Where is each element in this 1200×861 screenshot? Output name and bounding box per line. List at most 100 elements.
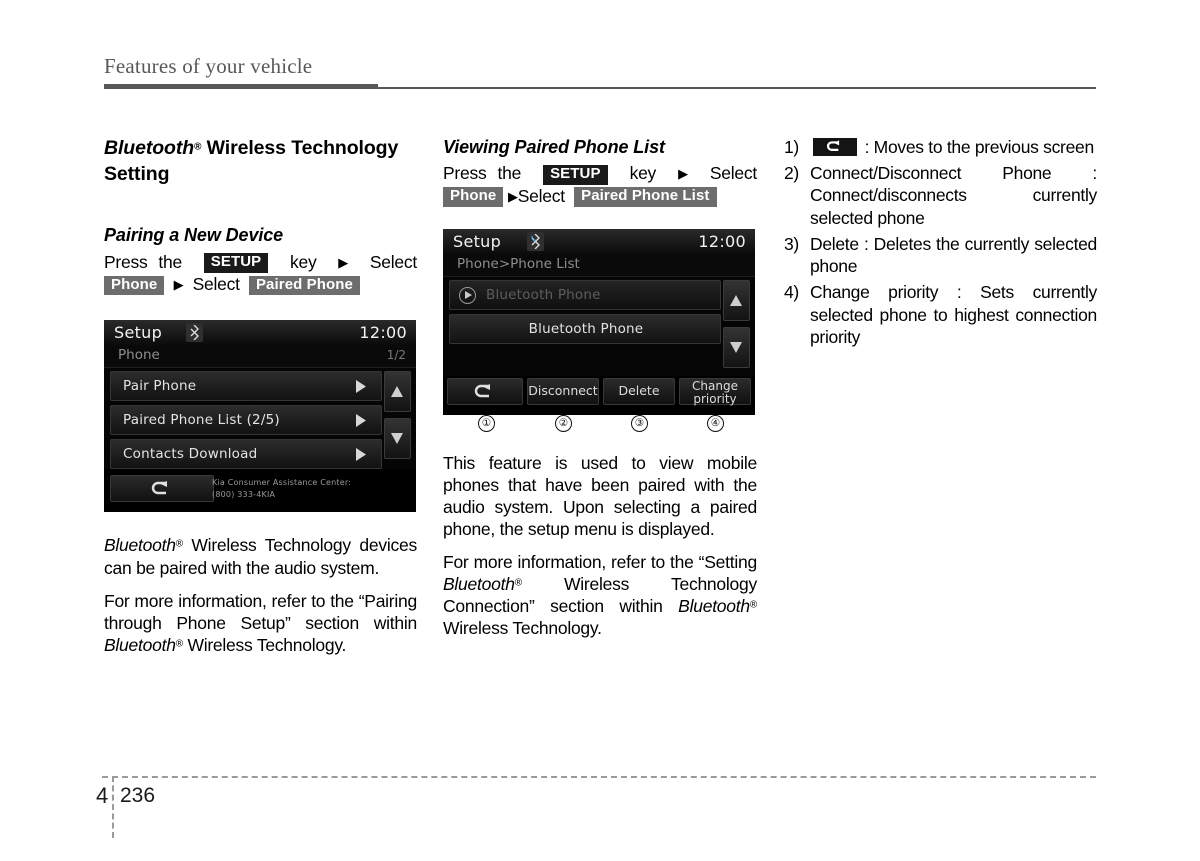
device2-row-label: Bluetooth Phone <box>528 320 644 337</box>
device2-breadcrumb: Phone>Phone List <box>443 253 755 277</box>
setup-key-chip[interactable]: SETUP <box>543 164 608 185</box>
callout-item-1-text: : Moves to the previous screen <box>864 137 1095 157</box>
col2-paragraph-2: For more information, refer to the “Sett… <box>443 551 757 639</box>
scroll-down-icon[interactable] <box>723 326 750 368</box>
device2-change-priority-button[interactable]: Change priority <box>679 377 751 405</box>
select-label-1: Select <box>369 251 417 272</box>
device2-row-connected-phone[interactable]: Bluetooth Phone <box>449 279 721 310</box>
device1-status-bar: Setup 12:00 <box>104 320 416 346</box>
device1-row-contacts-download[interactable]: Contacts Download <box>110 439 382 470</box>
column-middle: Viewing Paired Phone List Press the SETU… <box>443 136 757 639</box>
play-icon <box>459 286 476 304</box>
press-the-label: Press the <box>104 251 182 272</box>
callout-item-3-marker: 3) <box>784 233 799 254</box>
device1-kia-note-line1: Kia Consumer Assistance Center: <box>212 478 352 488</box>
callout-item-3-text: Delete : Deletes the currently selected … <box>810 233 1097 277</box>
col2-paragraph-2-part-c: Wireless Technology. <box>443 618 602 639</box>
select-label-1: Select <box>709 163 757 184</box>
device2-breadcrumb-path: Phone>Phone List <box>457 255 580 272</box>
page-running-header: Features of your vehicle <box>104 54 1096 90</box>
device1-kia-assistance-note: Kia Consumer Assistance Center: (800) 33… <box>212 477 351 500</box>
menu-chip-phone[interactable]: Phone <box>104 275 165 296</box>
device2-status-title: Setup <box>453 231 502 251</box>
device1-row-label: Pair Phone <box>123 378 197 395</box>
device2-delete-label: Delete <box>618 382 660 398</box>
bluetooth-call-icon <box>527 231 544 251</box>
callout-item-2: 2) Connect/Disconnect Phone : Connect/di… <box>784 162 1097 229</box>
col1-paragraph-2-part-a: For more information, refer to the “Pair… <box>104 590 417 633</box>
scroll-up-icon[interactable] <box>384 371 411 413</box>
scroll-up-icon[interactable] <box>723 279 750 321</box>
device2-scroll-controls <box>723 279 750 374</box>
step-arrow-icon: ▶ <box>678 166 688 182</box>
section-title-bluetooth-word: Bluetooth <box>104 137 195 159</box>
key-word-label: key <box>290 251 317 272</box>
chevron-right-icon <box>356 414 366 428</box>
bluetooth-icon <box>186 323 203 343</box>
page-title: Features of your vehicle <box>104 54 313 78</box>
footer-chapter-number: 4 <box>96 783 109 808</box>
registered-mark: ® <box>514 577 522 589</box>
chevron-right-icon <box>356 380 366 394</box>
footer-horizontal-rule <box>102 776 1096 778</box>
device1-row-paired-phone-list[interactable]: Paired Phone List (2/5) <box>110 405 382 436</box>
back-arrow-icon <box>151 481 167 495</box>
device2-callout-numbers: ① ② ③ ④ <box>443 414 755 435</box>
callout-item-2-text: Connect/Disconnect Phone : Connect/disco… <box>810 163 1097 228</box>
footer-page-number: 236 <box>120 784 156 807</box>
callout-item-4-marker: 4) <box>784 282 799 303</box>
section-title-bluetooth-setting: Bluetooth® Wireless Technology Setting <box>104 136 417 187</box>
device2-row-label: Bluetooth Phone <box>486 286 601 303</box>
device1-scroll-controls <box>384 371 411 465</box>
column-left: Bluetooth® Wireless Technology Setting P… <box>104 136 417 656</box>
bluetooth-word-2: Bluetooth <box>678 596 750 617</box>
device1-bottom-bar: Kia Consumer Assistance Center: (800) 33… <box>104 473 416 513</box>
select-label-2: Select <box>192 274 240 295</box>
device1-breadcrumb: Phone 1/2 <box>104 345 416 369</box>
chevron-right-icon <box>356 448 366 462</box>
col1-step-instructions: Press the SETUP key ▶ Select Phone ▶ Sel… <box>104 251 417 296</box>
device2-bottom-bar: Disconnect Delete Change priority <box>443 375 755 415</box>
device1-page-indicator: 1/2 <box>386 348 406 363</box>
registered-mark: ® <box>175 538 183 550</box>
key-word-label: key <box>629 163 657 184</box>
device2-status-bar: Setup 12:00 <box>443 228 755 254</box>
callout-item-1-marker: 1) <box>784 137 799 157</box>
device2-list-area: Bluetooth Phone Bluetooth Phone <box>443 276 755 376</box>
device1-back-button[interactable] <box>110 475 214 503</box>
callout-item-4-text: Change priority : Sets currently selecte… <box>810 282 1097 347</box>
device1-status-clock: 12:00 <box>359 323 407 343</box>
device2-change-priority-line1: Change <box>692 378 738 393</box>
registered-mark: ® <box>749 599 757 611</box>
scroll-down-icon[interactable] <box>384 418 411 460</box>
menu-chip-phone[interactable]: Phone <box>443 187 504 207</box>
callout-2: ② <box>555 414 572 432</box>
device-screenshot-phone-list: Setup 12:00 Phone>Phone List Bluetooth P… <box>443 228 755 415</box>
col2-step-instructions: Press the SETUP key ▶ Select Phone ▶Sele… <box>443 162 757 207</box>
device1-kia-note-line2: (800) 333-4KIA <box>212 490 276 500</box>
device2-row-bluetooth-phone[interactable]: Bluetooth Phone <box>449 313 721 344</box>
device2-disconnect-button[interactable]: Disconnect <box>527 377 599 405</box>
subheading-pairing-new-device: Pairing a New Device <box>104 225 284 246</box>
back-arrow-glyph <box>826 140 840 151</box>
menu-chip-paired-phone[interactable]: Paired Phone <box>248 275 360 296</box>
device1-row-pair-phone[interactable]: Pair Phone <box>110 371 382 402</box>
device1-breadcrumb-path: Phone <box>118 347 160 364</box>
device2-status-clock: 12:00 <box>698 231 746 251</box>
bluetooth-glyph <box>190 325 199 341</box>
header-rule-thin <box>104 87 1096 89</box>
menu-chip-paired-phone-list[interactable]: Paired Phone List <box>574 187 717 207</box>
device2-delete-button[interactable]: Delete <box>603 377 675 405</box>
header-rules <box>104 84 1096 90</box>
back-arrow-icon <box>474 383 490 398</box>
device1-status-title: Setup <box>114 323 163 343</box>
device2-back-button[interactable] <box>447 377 523 405</box>
setup-key-chip[interactable]: SETUP <box>203 253 269 274</box>
bluetooth-word: Bluetooth <box>104 634 176 655</box>
back-arrow-icon <box>813 138 857 156</box>
subheading-viewing-paired-phone-list: Viewing Paired Phone List <box>443 137 665 157</box>
col1-paragraph-1: Bluetooth® Wireless Technology devices c… <box>104 534 417 578</box>
callout-3: ③ <box>631 414 648 432</box>
step-arrow-icon-2: ▶ <box>507 188 518 204</box>
handset-icon <box>531 235 536 242</box>
